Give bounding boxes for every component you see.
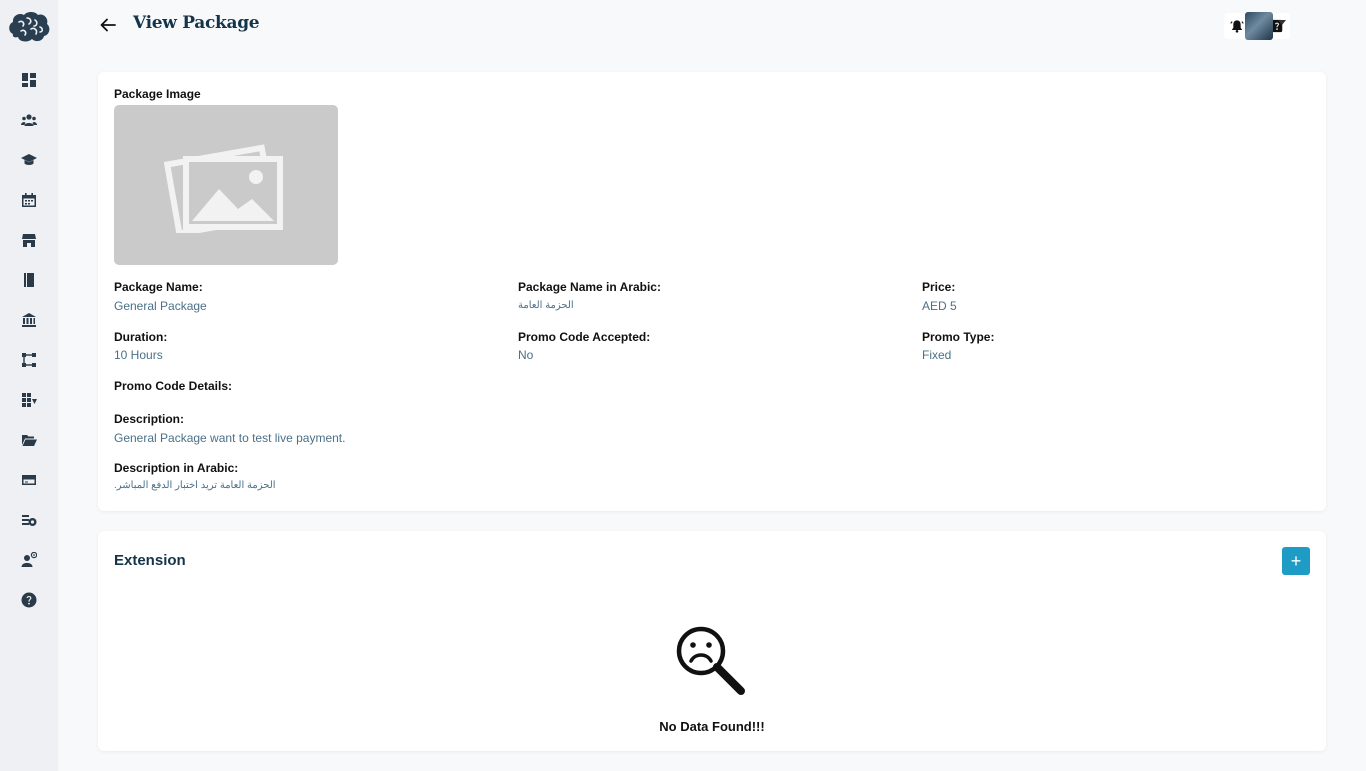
- sidebar-item-user-settings[interactable]: [18, 549, 40, 571]
- sidebar: [0, 0, 58, 771]
- duration-value: 10 Hours: [114, 348, 163, 362]
- top-bar: View Package: [58, 0, 1366, 52]
- bell-icon: [1230, 20, 1244, 33]
- package-image: [114, 105, 338, 265]
- users-icon: [21, 114, 37, 126]
- package-name-arabic-label: Package Name in Arabic:: [518, 280, 661, 294]
- package-details-card: Package Image Package Name: General Pack…: [98, 72, 1326, 511]
- bank-icon: [22, 313, 36, 327]
- description-arabic-label: Description in Arabic:: [114, 461, 239, 475]
- package-name-label: Package Name:: [114, 280, 203, 294]
- empty-state-text: No Data Found!!!: [659, 719, 765, 734]
- package-image-label: Package Image: [114, 87, 201, 101]
- promo-accepted-label: Promo Code Accepted:: [518, 330, 651, 344]
- price-label: Price:: [922, 280, 956, 294]
- extension-card: Extension + No Data Found!!!: [98, 531, 1326, 751]
- no-results-icon: [676, 626, 745, 695]
- sidebar-item-dashboard[interactable]: [18, 69, 40, 91]
- duration-label: Duration:: [114, 330, 168, 344]
- sidebar-item-institutions[interactable]: [18, 309, 40, 331]
- description-value: General Package want to test live paymen…: [114, 431, 346, 445]
- page-title: View Package: [133, 13, 260, 33]
- promo-details-label: Promo Code Details:: [114, 379, 233, 393]
- image-placeholder-icon: [164, 144, 283, 233]
- promo-type-value: Fixed: [922, 348, 952, 362]
- user-settings-icon: [21, 552, 37, 567]
- store-icon: [22, 234, 36, 247]
- sidebar-item-help[interactable]: [18, 589, 40, 611]
- back-arrow-icon[interactable]: [98, 15, 118, 35]
- extension-title: Extension: [114, 552, 186, 569]
- grid-arrow-icon: [22, 393, 37, 407]
- promo-accepted-value: No: [518, 348, 534, 362]
- calendar-icon: [22, 193, 36, 207]
- credit-card-icon: [22, 475, 36, 485]
- sidebar-item-store[interactable]: [18, 229, 40, 251]
- dashboard-icon: [22, 73, 36, 87]
- price-value: AED 5: [922, 299, 957, 313]
- workflow-icon: [22, 353, 36, 367]
- book-icon: [24, 273, 34, 287]
- package-name-value: General Package: [114, 299, 207, 313]
- package-name-arabic-value: الحزمة العامة: [518, 300, 574, 311]
- description-label: Description:: [114, 412, 185, 426]
- sidebar-item-courses[interactable]: [18, 149, 40, 171]
- sidebar-item-files[interactable]: [18, 429, 40, 451]
- sidebar-item-library[interactable]: [18, 269, 40, 291]
- description-arabic-value: الحزمة العامة تريد اختبار الدفع المباشر.: [114, 480, 276, 491]
- sidebar-item-calendar[interactable]: [18, 189, 40, 211]
- sidebar-item-finance[interactable]: [18, 509, 40, 531]
- folder-open-icon: [22, 435, 37, 446]
- add-extension-button[interactable]: +: [1282, 547, 1310, 575]
- brain-logo-icon[interactable]: [7, 10, 51, 44]
- sidebar-item-workflow[interactable]: [18, 349, 40, 371]
- promo-type-label: Promo Type:: [922, 330, 995, 344]
- sidebar-item-users[interactable]: [18, 109, 40, 131]
- graduation-cap-icon: [21, 154, 37, 165]
- help-icon: [21, 592, 37, 608]
- sidebar-item-grid-sort[interactable]: [18, 389, 40, 411]
- chevron-down-icon[interactable]: [1278, 20, 1286, 25]
- money-icon: [22, 515, 37, 526]
- avatar[interactable]: [1245, 12, 1273, 40]
- sidebar-item-payments[interactable]: [18, 469, 40, 491]
